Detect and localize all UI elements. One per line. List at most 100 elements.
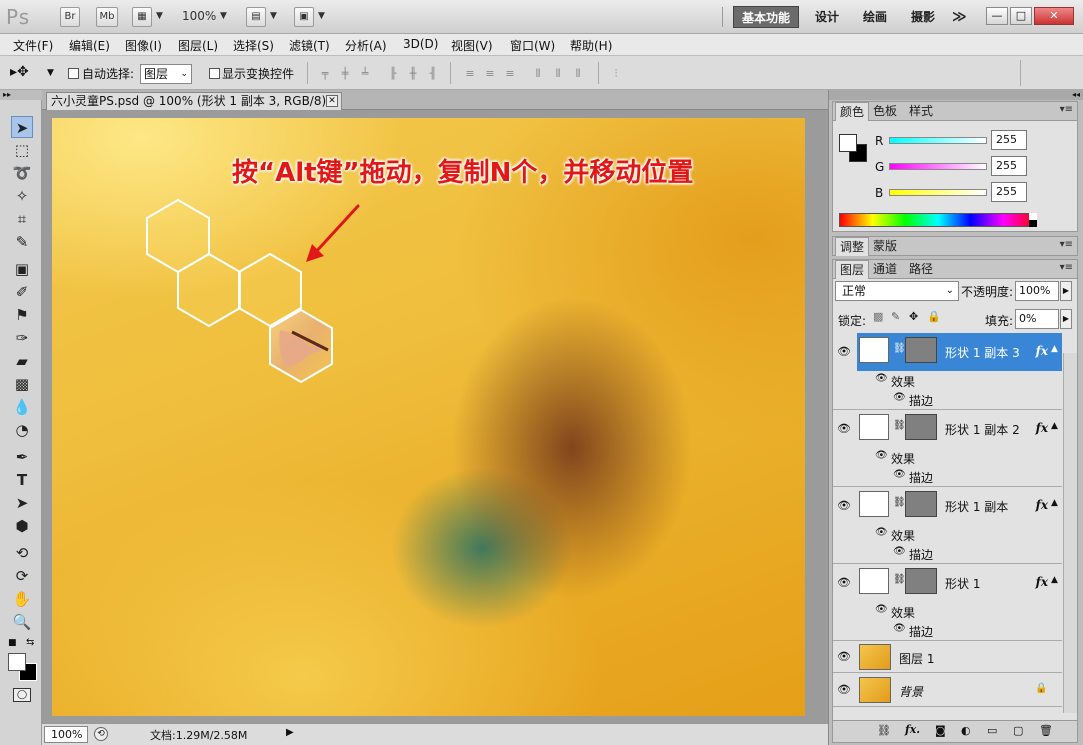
align-vcenter-icon[interactable]: ╪ xyxy=(337,67,353,81)
chevron-down-icon[interactable]: ▼ xyxy=(220,11,227,21)
menu-file[interactable]: 文件(F) xyxy=(13,37,53,54)
fx-icon[interactable]: fx xyxy=(1036,344,1048,358)
foreground-color-swatch[interactable] xyxy=(839,134,857,152)
minimize-button[interactable]: — xyxy=(986,7,1008,25)
effects-eye-icon[interactable]: 👁 xyxy=(875,450,888,461)
more-workspaces-icon[interactable]: ≫ xyxy=(946,6,973,28)
red-slider[interactable] xyxy=(889,137,987,144)
blue-value[interactable]: 255 xyxy=(991,182,1027,202)
tab-styles[interactable]: 样式 xyxy=(905,102,937,121)
history-brush-tool-icon[interactable]: ✑ xyxy=(11,327,33,349)
visibility-eye-icon[interactable]: 👁 xyxy=(836,650,852,664)
shape-tool-icon[interactable]: ⬢ xyxy=(11,515,33,537)
layer-name[interactable]: 形状 1 xyxy=(945,575,980,592)
status-menu-arrow-icon[interactable]: ▶ xyxy=(286,727,294,738)
workspace-essentials[interactable]: 基本功能 xyxy=(733,6,799,28)
distribute-top-icon[interactable]: ≡ xyxy=(462,67,478,81)
marquee-tool-icon[interactable]: ⬚ xyxy=(11,139,33,161)
layer-row-shape-1[interactable]: 👁 ⛓ 形状 1 fx ▲ 👁 效果 👁 描边 xyxy=(833,564,1062,641)
layer-row-shape-1-copy[interactable]: 👁 ⛓ 形状 1 副本 fx ▲ 👁 效果 👁 描边 xyxy=(833,487,1062,564)
blend-mode-dropdown[interactable]: 正常 ⌄ xyxy=(835,281,959,301)
tab-masks[interactable]: 蒙版 xyxy=(869,237,901,256)
bridge-button[interactable]: Br xyxy=(60,7,80,27)
green-value[interactable]: 255 xyxy=(991,156,1027,176)
tab-paths[interactable]: 路径 xyxy=(905,260,937,279)
3d-orbit-tool-icon[interactable]: ⟳ xyxy=(11,565,33,587)
fill-slider-arrow-icon[interactable]: ▶ xyxy=(1060,309,1072,329)
foreground-color-swatch[interactable] xyxy=(8,653,26,671)
visibility-eye-icon[interactable]: 👁 xyxy=(836,683,852,697)
effects-eye-icon[interactable]: 👁 xyxy=(875,527,888,538)
fx-icon[interactable]: fx xyxy=(1036,575,1048,589)
view-extras-icon[interactable]: ▦ xyxy=(132,7,152,27)
align-top-icon[interactable]: ╤ xyxy=(317,67,333,81)
chevron-down-icon[interactable]: ▼ xyxy=(47,68,54,78)
auto-select-dropdown[interactable]: 图层 ⌄ xyxy=(140,64,192,84)
distribute-hcenter-icon[interactable]: ⫴ xyxy=(550,67,566,81)
tab-swatches[interactable]: 色板 xyxy=(869,102,901,121)
move-tool-icon[interactable]: ➤ xyxy=(11,116,33,138)
visibility-eye-icon[interactable]: 👁 xyxy=(836,499,852,513)
align-hcenter-icon[interactable]: ╫ xyxy=(405,67,421,81)
stroke-eye-icon[interactable]: 👁 xyxy=(893,546,906,557)
menu-3d[interactable]: 3D(D) xyxy=(403,37,438,51)
green-slider[interactable] xyxy=(889,163,987,170)
collapse-effects-icon[interactable]: ▲ xyxy=(1051,575,1058,585)
distribute-bottom-icon[interactable]: ≡ xyxy=(502,67,518,81)
new-layer-icon[interactable]: ▢ xyxy=(1013,724,1023,737)
pen-tool-icon[interactable]: ✒ xyxy=(11,446,33,468)
arrange-documents-icon[interactable]: ▤ xyxy=(246,7,266,27)
menu-view[interactable]: 视图(V) xyxy=(451,37,493,54)
swap-colors-icon[interactable]: ⇆ xyxy=(26,637,34,648)
chevron-down-icon[interactable]: ▼ xyxy=(270,11,277,21)
auto-align-layers-icon[interactable]: ⫶ xyxy=(608,67,624,81)
3d-rotate-tool-icon[interactable]: ⟲ xyxy=(11,542,33,564)
auto-select-checkbox[interactable] xyxy=(68,68,79,79)
collapse-effects-icon[interactable]: ▲ xyxy=(1051,344,1058,354)
dodge-tool-icon[interactable]: ◔ xyxy=(11,419,33,441)
path-selection-tool-icon[interactable]: ➤ xyxy=(11,492,33,514)
add-mask-icon[interactable]: ◙ xyxy=(935,724,946,737)
layer-name[interactable]: 图层 1 xyxy=(899,650,934,667)
status-info-icon[interactable]: ⟲ xyxy=(94,727,108,741)
distribute-left-icon[interactable]: ⫴ xyxy=(530,67,546,81)
zoom-level[interactable]: 100% xyxy=(182,9,216,23)
new-adjustment-layer-icon[interactable]: ◐ xyxy=(961,724,971,737)
default-colors-icon[interactable]: ■ xyxy=(8,638,17,648)
layer-name[interactable]: 形状 1 副本 3 xyxy=(945,344,1020,361)
fx-icon[interactable]: fx xyxy=(1036,421,1048,435)
visibility-eye-icon[interactable]: 👁 xyxy=(836,345,852,359)
show-transform-checkbox[interactable] xyxy=(209,68,220,79)
hexagon-shapes[interactable] xyxy=(52,118,805,716)
eraser-tool-icon[interactable]: ▰ xyxy=(11,350,33,372)
color-spectrum-bar[interactable] xyxy=(839,213,1037,227)
fx-icon[interactable]: fx xyxy=(1036,498,1048,512)
panel-collapse-icon[interactable]: ◂◂ xyxy=(829,90,1083,100)
brush-tool-icon[interactable]: ✐ xyxy=(11,281,33,303)
hand-tool-icon[interactable]: ✋ xyxy=(11,588,33,610)
gradient-tool-icon[interactable]: ▩ xyxy=(11,373,33,395)
quick-selection-tool-icon[interactable]: ✧ xyxy=(11,185,33,207)
menu-window[interactable]: 窗口(W) xyxy=(510,37,555,54)
visibility-eye-icon[interactable]: 👁 xyxy=(836,422,852,436)
link-layers-icon[interactable]: ⛓ xyxy=(877,724,891,737)
layer-row-background[interactable]: 👁 背景 🔒 xyxy=(833,673,1062,707)
fill-field[interactable]: 0% xyxy=(1015,309,1059,329)
stroke-eye-icon[interactable]: 👁 xyxy=(893,623,906,634)
blur-tool-icon[interactable]: 💧 xyxy=(11,396,33,418)
visibility-eye-icon[interactable]: 👁 xyxy=(836,576,852,590)
menu-layer[interactable]: 图层(L) xyxy=(178,37,218,54)
layers-scrollbar[interactable] xyxy=(1063,353,1077,713)
blue-slider[interactable] xyxy=(889,189,987,196)
clone-stamp-tool-icon[interactable]: ⚑ xyxy=(11,304,33,326)
layer-name[interactable]: 形状 1 副本 xyxy=(945,498,1008,515)
add-layer-style-icon[interactable]: fx. xyxy=(905,723,920,736)
screen-mode-icon[interactable]: ▣ xyxy=(294,7,314,27)
maximize-button[interactable]: □ xyxy=(1010,7,1032,25)
spot-healing-tool-icon[interactable]: ▣ xyxy=(11,258,33,280)
menu-help[interactable]: 帮助(H) xyxy=(570,37,612,54)
effects-eye-icon[interactable]: 👁 xyxy=(875,373,888,384)
panel-menu-icon[interactable]: ▾≡ xyxy=(1060,239,1073,250)
menu-image[interactable]: 图像(I) xyxy=(125,37,162,54)
opacity-field[interactable]: 100% xyxy=(1015,281,1059,301)
